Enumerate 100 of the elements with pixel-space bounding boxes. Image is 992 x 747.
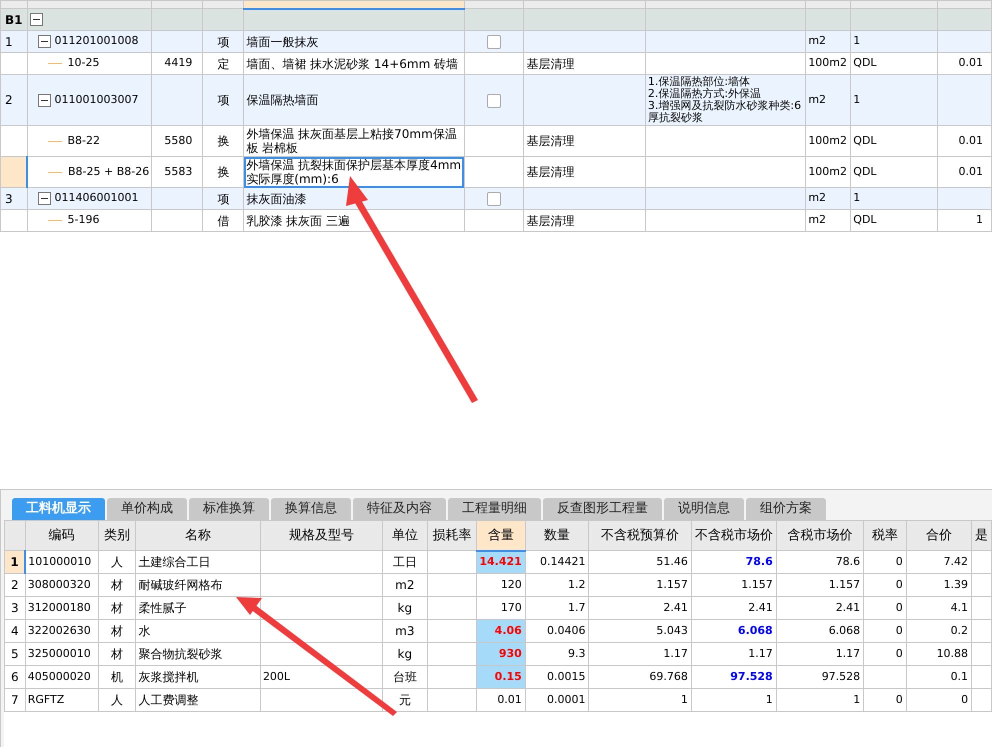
table-cell: kg (398, 647, 412, 661)
table-cell: 换 (217, 134, 230, 148)
table-cell: 69.768 (649, 670, 688, 683)
table-cell: 2.41 (663, 600, 688, 614)
table-cell: 1.157 (828, 578, 860, 591)
row-number: 6 (11, 670, 19, 684)
feature-text: 1.保温隔热部位:墙体 2.保温隔热方式:外保温 3.增强网及抗裂防水砂浆种类:6厚抗裂砂浆 (648, 75, 802, 124)
collapse-toggle[interactable] (38, 35, 50, 48)
table-cell: 14.421 (479, 555, 522, 568)
table-cell: 0.2 (950, 624, 968, 637)
table-cell: m2 (808, 213, 826, 226)
table-cell: m3 (395, 624, 414, 638)
table-cell: 2.41 (836, 600, 860, 614)
table-cell: 0 (896, 692, 903, 706)
table-cell: 材 (110, 647, 123, 661)
table-cell: m2 (808, 34, 826, 48)
collapse-toggle[interactable] (30, 13, 42, 26)
table-cell: 1 (680, 692, 688, 706)
tab[interactable]: 说明信息 (664, 498, 744, 520)
item-name: 外墙保温 抹灰面基层上粘接70mm保温板 岩棉板 (246, 127, 457, 155)
item-code: B8-22 (68, 132, 100, 149)
row-number: 3 (5, 192, 13, 206)
item-code: 10-25 (68, 55, 100, 72)
table-cell: 项 (217, 192, 230, 206)
table-cell: 9.3 (568, 646, 586, 660)
item-code: 011201001008 (54, 33, 138, 50)
table-cell: 基层清理 (526, 214, 574, 228)
table-cell: 柔性腻子 (138, 601, 186, 615)
item-code: 5-196 (68, 212, 100, 228)
table-cell: 4.06 (494, 624, 522, 637)
table-cell: 人 (110, 693, 123, 707)
tab[interactable]: 组价方案 (746, 498, 826, 520)
table-cell: 0 (896, 646, 903, 660)
table-cell: QDL (853, 56, 877, 70)
tab[interactable]: 标准换算 (189, 498, 269, 520)
table-cell: 0.01 (958, 164, 983, 178)
table-cell: 1 (853, 92, 860, 106)
table-cell: m2 (395, 578, 414, 592)
checkbox[interactable] (486, 94, 501, 108)
row-number: 3 (11, 601, 19, 615)
item-code: 011406001001 (54, 190, 138, 206)
table-cell: 1.7 (568, 600, 586, 614)
table-cell: 1.17 (663, 646, 688, 660)
table-cell: 0.01 (958, 56, 983, 70)
table-cell: 312000180 (28, 600, 91, 614)
table-cell: 5583 (164, 164, 192, 178)
table-cell: 6.068 (828, 624, 860, 637)
table-cell: 1.17 (748, 646, 773, 660)
table-cell: 5.043 (656, 624, 688, 637)
tab[interactable]: 特征及内容 (353, 498, 446, 520)
table-cell: 200L (262, 670, 290, 683)
tab[interactable]: 单价构成 (107, 498, 187, 520)
table-cell: 5580 (164, 134, 192, 147)
table-cell: 0 (896, 578, 903, 591)
tab[interactable]: 换算信息 (271, 498, 351, 520)
table-cell: 405000020 (28, 670, 91, 683)
table-cell: 元 (398, 693, 411, 707)
table-cell: QDL (853, 213, 877, 226)
table-cell: 97.528 (822, 670, 860, 683)
table-cell: 0 (961, 692, 968, 706)
row-number: 2 (5, 93, 13, 107)
row-number: 2 (11, 578, 19, 592)
table-cell: 1.2 (568, 578, 586, 591)
table-cell: 0.0001 (546, 692, 586, 706)
tab[interactable]: 工程量明细 (448, 498, 541, 520)
checkbox[interactable] (486, 192, 501, 206)
table-cell: 耐碱玻纤网格布 (138, 578, 222, 592)
table-cell: 1 (766, 692, 773, 706)
table-cell: 1 (853, 692, 860, 706)
table-cell: kg (398, 601, 412, 615)
column-header[interactable]: 名称 (185, 528, 212, 543)
table-cell: RGFTZ (28, 692, 64, 706)
table-cell: 0 (896, 600, 903, 614)
table-cell: 水 (138, 624, 150, 638)
table-cell: 4.1 (950, 600, 968, 614)
table-cell: 1 (853, 34, 860, 48)
tree-connector (48, 140, 62, 142)
table-cell: 1.157 (656, 578, 688, 591)
table-cell: 308000320 (28, 578, 91, 591)
item-name: 外墙保温 抗裂抹面保护层基本厚度4mm 实际厚度(mm):6 (246, 158, 462, 186)
table-cell: m2 (808, 191, 826, 204)
table-cell: 材 (110, 601, 123, 615)
row-number: 5 (11, 647, 19, 661)
table-cell: 聚合物抗裂砂浆 (138, 647, 222, 661)
table-cell: 100m2 (808, 56, 848, 70)
table-cell: 人工费调整 (138, 693, 198, 707)
table-cell: 51.46 (656, 554, 688, 568)
table-cell: 0.1 (950, 670, 968, 683)
table-cell: 项 (217, 93, 230, 107)
tab[interactable]: 反查图形工程量 (543, 498, 662, 520)
row-number: 4 (11, 624, 19, 638)
table-cell: QDL (853, 164, 877, 178)
collapse-toggle[interactable] (38, 94, 50, 106)
column-header[interactable]: 编码 (48, 528, 75, 543)
collapse-toggle[interactable] (38, 192, 50, 205)
table-cell: 1.157 (741, 578, 773, 591)
checkbox[interactable] (486, 35, 501, 50)
table-cell: 0.0406 (546, 624, 586, 637)
table-cell: 材 (110, 578, 123, 592)
table-cell: 0 (896, 624, 903, 637)
